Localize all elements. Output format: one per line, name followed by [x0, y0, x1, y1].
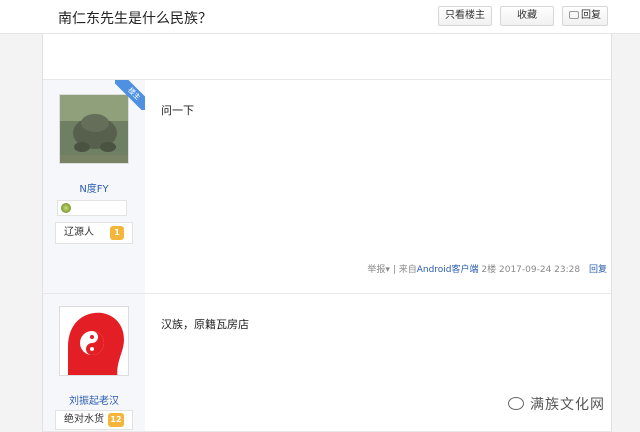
author-name[interactable]: 刘振起老汉	[43, 392, 145, 407]
thread-header: 南仁东先生是什么民族？ 只看楼主 收藏 回复	[0, 0, 640, 34]
author-sidebar: N度FY 辽源人 1	[43, 80, 145, 293]
author-sidebar: 刘振起老汉 绝对水货 12	[43, 294, 145, 431]
rank-badge[interactable]: 绝对水货 12	[55, 410, 133, 430]
thread-body: N度FY 辽源人 1 楼主 问一下 举报▾ | 来自Android客户端 2楼 …	[42, 34, 612, 432]
post-content: 汉族，原籍瓦房店	[161, 318, 249, 331]
report-link[interactable]: 举报	[367, 265, 385, 275]
post-time: 2017-09-24 23:28	[499, 265, 581, 275]
thread-title: 南仁东先生是什么民族？	[58, 11, 212, 27]
avatar-yinyang-image	[60, 307, 128, 375]
op-ribbon: 楼主	[115, 80, 145, 110]
watermark-text: 满族文化网	[530, 397, 605, 413]
comment-bubble-icon	[569, 11, 579, 19]
source-link[interactable]: Android客户端	[417, 265, 479, 275]
post-floor-2: N度FY 辽源人 1 楼主 问一下 举报▾ | 来自Android客户端 2楼 …	[43, 80, 611, 294]
rank-label: 绝对水货	[64, 414, 104, 425]
level-icon: 12	[108, 413, 124, 427]
post-reply-link[interactable]: 回复	[589, 265, 607, 275]
report-dropdown-icon[interactable]: ▾	[385, 265, 390, 275]
source-prefix: | 来自	[392, 265, 417, 275]
medal-bar	[57, 200, 127, 216]
wechat-icon	[508, 397, 524, 410]
floor-number: 2楼	[481, 265, 497, 275]
post-content: 问一下	[161, 104, 194, 117]
avatar[interactable]	[59, 306, 129, 376]
post-spacer	[43, 34, 611, 80]
reply-button-label: 回复	[581, 10, 601, 21]
author-name[interactable]: N度FY	[43, 180, 145, 195]
rank-badge[interactable]: 辽源人 1	[55, 222, 133, 244]
author-only-button[interactable]: 只看楼主	[438, 6, 492, 26]
rank-label: 辽源人	[64, 227, 94, 238]
level-icon: 1	[110, 226, 124, 240]
op-ribbon-label: 楼主	[115, 80, 145, 110]
favorite-button[interactable]: 收藏	[500, 6, 554, 26]
medal-icon[interactable]	[61, 203, 71, 213]
post-footer: 举报▾ | 来自Android客户端 2楼 2017-09-24 23:28 回…	[367, 262, 607, 275]
reply-button[interactable]: 回复	[562, 6, 608, 26]
site-watermark: 满族文化网	[508, 394, 605, 414]
